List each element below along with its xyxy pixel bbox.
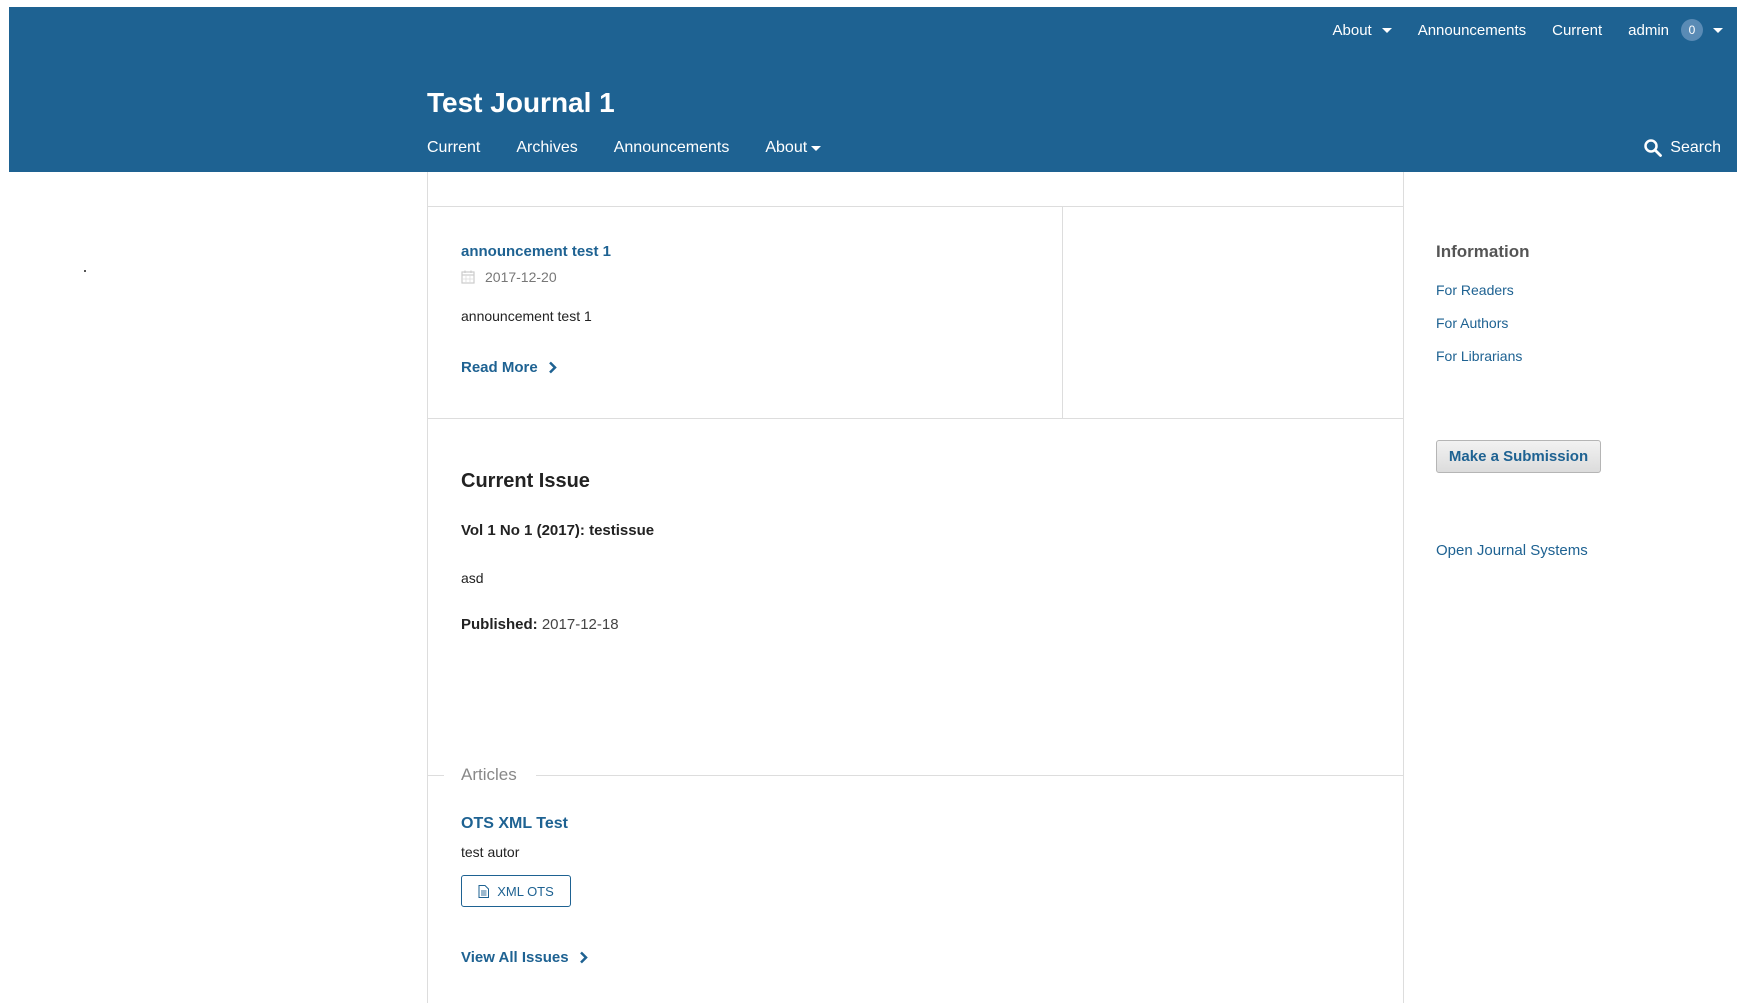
article-author: test autor: [461, 844, 520, 860]
issue-description: asd: [461, 570, 484, 586]
announcement-summary: announcement test 1: [461, 308, 592, 324]
nav-about-label: About: [765, 139, 808, 156]
articles-section-label: Articles: [461, 765, 517, 784]
user-nav-announcements[interactable]: Announcements: [1418, 22, 1526, 39]
search-icon: [1644, 139, 1663, 157]
site-title[interactable]: Test Journal 1: [427, 87, 615, 119]
divider: [428, 775, 444, 776]
read-more-link[interactable]: Read More: [461, 359, 557, 376]
issue-published: Published: 2017-12-18: [461, 616, 619, 633]
chevron-right-icon: [579, 951, 588, 964]
announcement-item: announcement test 1 2017-12-20 announcem…: [428, 207, 1063, 418]
nav-announcements[interactable]: Announcements: [614, 139, 730, 157]
chevron-right-icon: [548, 361, 557, 374]
divider: [536, 775, 1403, 776]
published-label: Published:: [461, 616, 538, 633]
galley-label: XML OTS: [497, 883, 554, 899]
make-submission-button[interactable]: Make a Submission: [1436, 440, 1601, 473]
user-nav-current[interactable]: Current: [1552, 22, 1602, 39]
search-label: Search: [1670, 139, 1721, 156]
published-date: 2017-12-18: [541, 616, 619, 633]
announcement-title-link[interactable]: announcement test 1: [461, 243, 611, 260]
ojs-link[interactable]: Open Journal Systems: [1436, 542, 1588, 559]
information-heading: Information: [1436, 242, 1530, 261]
issue-identification: Vol 1 No 1 (2017): testissue: [461, 522, 655, 539]
for-readers-link[interactable]: For Readers: [1436, 282, 1514, 298]
view-all-label: View All Issues: [461, 949, 569, 966]
announcement-date-value: 2017-12-20: [485, 269, 557, 285]
for-authors-link[interactable]: For Authors: [1436, 315, 1508, 331]
user-nav-about[interactable]: About: [1333, 22, 1392, 39]
nav-about[interactable]: About: [765, 139, 822, 157]
chevron-down-icon: [1713, 27, 1723, 33]
search-link[interactable]: Search: [1644, 139, 1721, 157]
announcements-box: announcement test 1 2017-12-20 announcem…: [428, 207, 1403, 419]
galley-link-button[interactable]: XML OTS: [461, 875, 571, 907]
notification-badge: 0: [1681, 19, 1703, 41]
user-menu-admin[interactable]: admin 0: [1628, 19, 1723, 41]
primary-nav: Current Archives Announcements About: [427, 139, 822, 157]
read-more-label: Read More: [461, 359, 538, 376]
current-issue-heading: Current Issue: [461, 470, 590, 492]
main-content: announcement test 1 2017-12-20 announcem…: [427, 172, 1404, 1003]
user-nav-about-label: About: [1332, 21, 1372, 39]
site-header: About Announcements Current admin 0 Test…: [9, 7, 1737, 172]
calendar-icon: [461, 270, 475, 284]
stray-dot: [84, 270, 86, 272]
admin-label: admin: [1628, 21, 1669, 39]
file-icon: [478, 884, 490, 898]
chevron-down-icon: [1381, 27, 1392, 33]
sidebar: Information For Readers For Authors For …: [1436, 172, 1716, 772]
chevron-down-icon: [811, 145, 822, 151]
nav-current[interactable]: Current: [427, 139, 480, 157]
user-nav: About Announcements Current admin 0: [1333, 13, 1723, 47]
nav-archives[interactable]: Archives: [516, 139, 577, 157]
announcement-date: 2017-12-20: [461, 269, 557, 285]
view-all-issues-link[interactable]: View All Issues: [461, 949, 588, 966]
article-title-link[interactable]: OTS XML Test: [461, 815, 568, 833]
for-librarians-link[interactable]: For Librarians: [1436, 348, 1522, 364]
